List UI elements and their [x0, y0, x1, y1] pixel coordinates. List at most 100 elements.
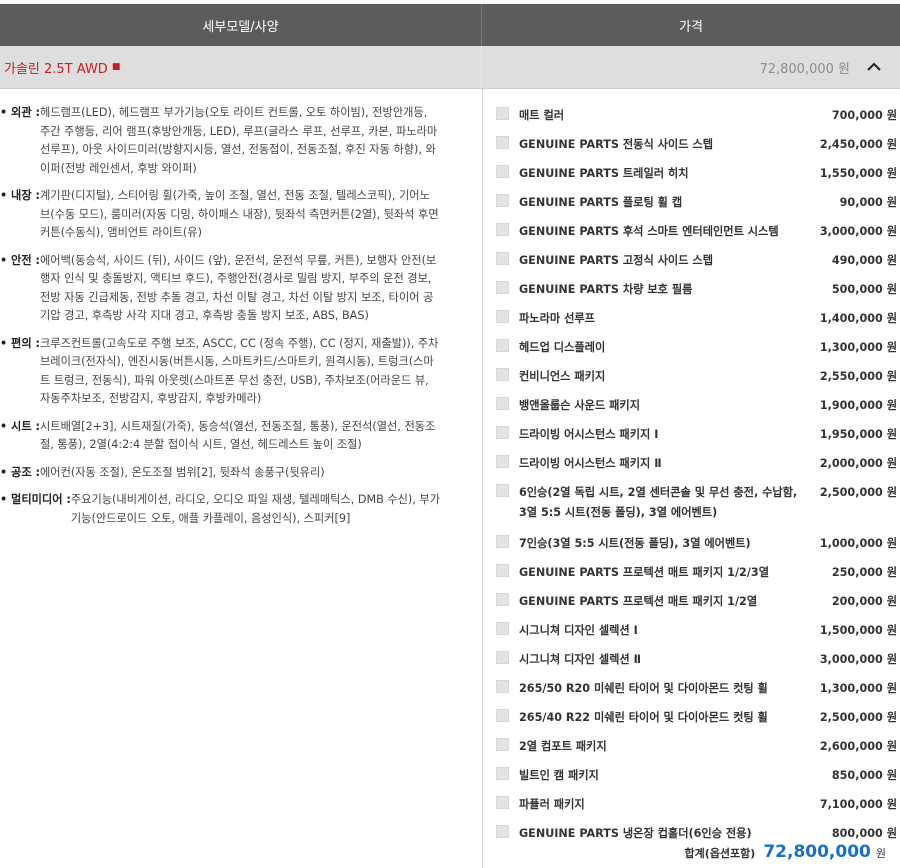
option-item[interactable]: 2열 컴포트 패키지 2,600,000 원: [496, 730, 900, 759]
option-checkbox[interactable]: [496, 368, 509, 381]
option-name: 드라이빙 어시스턴스 패키지 Ⅱ: [519, 457, 662, 470]
option-checkbox[interactable]: [496, 310, 509, 323]
option-item[interactable]: 드라이빙 어시스턴스 패키지 Ⅰ 1,950,000 원: [496, 418, 900, 447]
option-checkbox[interactable]: [496, 564, 509, 577]
option-price: 2,450,000 원: [819, 138, 897, 151]
option-price: 7,100,000 원: [819, 798, 897, 811]
option-name: 시그니쳐 디자인 셀렉션 Ⅰ: [519, 624, 638, 637]
total-value: 72,800,000: [763, 842, 871, 862]
model-price-cell: 72,800,000 원: [482, 46, 900, 88]
option-checkbox[interactable]: [496, 709, 509, 722]
option-item[interactable]: 드라이빙 어시스턴스 패키지 Ⅱ 2,000,000 원: [496, 447, 900, 476]
option-checkbox[interactable]: [496, 593, 509, 606]
option-name: GENUINE PARTS 차량 보호 필름: [519, 283, 693, 296]
option-item[interactable]: GENUINE PARTS 후석 스마트 엔터테인먼트 시스템 3,000,000…: [496, 215, 900, 244]
total-unit: 원: [875, 847, 886, 860]
option-price: 490,000 원: [831, 254, 897, 267]
option-price: 2,600,000 원: [819, 740, 897, 753]
option-checkbox[interactable]: [496, 397, 509, 410]
option-item[interactable]: 컨비니언스 패키지 2,550,000 원: [496, 360, 900, 389]
spec-text: 시트배열[2+3], 시트재질(가죽), 동승석(열선, 전동조절, 통풍), …: [40, 419, 436, 452]
option-price: 1,900,000 원: [819, 399, 897, 412]
spec-list: • 외관 : 헤드램프(LED), 헤드램프 부가기능(오토 라이트 컨트롤, …: [0, 104, 440, 537]
chevron-up-icon[interactable]: [856, 52, 892, 82]
model-price: 72,800,000 원: [759, 61, 850, 77]
option-checkbox[interactable]: [496, 136, 509, 149]
option-checkbox[interactable]: [496, 194, 509, 207]
option-checkbox[interactable]: [496, 281, 509, 294]
option-checkbox[interactable]: [496, 738, 509, 751]
option-name: GENUINE PARTS 전동식 사이드 스텝: [519, 138, 713, 151]
option-item[interactable]: 시그니쳐 디자인 셀렉션 Ⅱ 3,000,000 원: [496, 643, 900, 672]
column-divider: [482, 89, 483, 868]
option-checkbox[interactable]: [496, 767, 509, 780]
option-item[interactable]: GENUINE PARTS 플로팅 휠 캡 90,000 원: [496, 186, 900, 215]
option-checkbox[interactable]: [496, 680, 509, 693]
option-price: 250,000 원: [831, 566, 897, 579]
spec-title: • 안전 :: [0, 253, 40, 267]
option-name: GENUINE PARTS 냉온장 컵홀더(6인승 전용): [519, 827, 752, 840]
option-checkbox[interactable]: [496, 535, 509, 548]
option-item[interactable]: GENUINE PARTS 프로텍션 매트 패키지 1/2열 200,000 원: [496, 585, 900, 614]
option-name: 265/40 R22 미쉐린 타이어 및 다이아몬드 컷팅 휠: [519, 711, 768, 724]
option-checkbox[interactable]: [496, 455, 509, 468]
option-price: 500,000 원: [831, 283, 897, 296]
option-item[interactable]: 265/40 R22 미쉐린 타이어 및 다이아몬드 컷팅 휠 2,500,000…: [496, 701, 900, 730]
option-checkbox[interactable]: [496, 223, 509, 236]
spec-item: • 멀티미디어 : 주요기능(내비게이션, 라디오, 오디오 파일 재생, 텔레…: [0, 491, 440, 528]
option-item[interactable]: 시그니쳐 디자인 셀렉션 Ⅰ 1,500,000 원: [496, 614, 900, 643]
option-item[interactable]: 6인승(2열 독립 시트, 2열 센터콘솔 및 무선 충전, 수납함, 3열 5…: [496, 476, 900, 527]
option-item[interactable]: GENUINE PARTS 차량 보호 필름 500,000 원: [496, 273, 900, 302]
option-list: 매트 컬러 700,000 원 GENUINE PARTS 전동식 사이드 스텝 2,…: [496, 99, 900, 846]
option-checkbox[interactable]: [496, 107, 509, 120]
option-name: GENUINE PARTS 고정식 사이드 스텝: [519, 254, 713, 267]
option-price: 2,500,000 원: [819, 486, 897, 499]
table-header: 세부모델/사양 가격: [0, 4, 900, 46]
option-checkbox[interactable]: [496, 426, 509, 439]
option-checkbox[interactable]: [496, 165, 509, 178]
option-name: 파노라마 선루프: [519, 312, 595, 325]
spec-text: 크루즈컨트롤(고속도로 주행 보조, ASCC, CC (정속 주행), CC …: [40, 336, 439, 406]
model-row[interactable]: 가솔린 2.5T AWD ■ 72,800,000 원: [0, 46, 900, 89]
option-item[interactable]: 매트 컬러 700,000 원: [496, 99, 900, 128]
option-price: 2,500,000 원: [819, 711, 897, 724]
spec-item: • 외관 : 헤드램프(LED), 헤드램프 부가기능(오토 라이트 컨트롤, …: [0, 104, 440, 178]
option-name: 시그니쳐 디자인 셀렉션 Ⅱ: [519, 653, 641, 666]
option-item[interactable]: 뱅앤올룹슨 사운드 패키지 1,900,000 원: [496, 389, 900, 418]
option-price: 1,500,000 원: [819, 624, 897, 637]
option-item[interactable]: 헤드업 디스플레이 1,300,000 원: [496, 331, 900, 360]
option-price: 700,000 원: [831, 109, 897, 122]
option-item[interactable]: 265/50 R20 미쉐린 타이어 및 다이아몬드 컷팅 휠 1,300,000…: [496, 672, 900, 701]
header-price: 가격: [679, 19, 703, 35]
option-checkbox[interactable]: [496, 622, 509, 635]
option-item[interactable]: GENUINE PARTS 전동식 사이드 스텝 2,450,000 원: [496, 128, 900, 157]
option-name: 컨비니언스 패키지: [519, 370, 606, 383]
option-price: 1,300,000 원: [819, 682, 897, 695]
option-item[interactable]: GENUINE PARTS 프로텍션 매트 패키지 1/2/3열 250,000 …: [496, 556, 900, 585]
option-item[interactable]: GENUINE PARTS 고정식 사이드 스텝 490,000 원: [496, 244, 900, 273]
option-name: GENUINE PARTS 후석 스마트 엔터테인먼트 시스템: [519, 225, 779, 238]
spec-text: 주요기능(내비게이션, 라디오, 오디오 파일 재생, 텔레매틱스, DMB 수…: [70, 493, 440, 525]
option-price: 1,950,000 원: [819, 428, 897, 441]
option-checkbox[interactable]: [496, 651, 509, 664]
option-price: 90,000 원: [839, 196, 897, 209]
option-price: 1,550,000 원: [819, 167, 897, 180]
option-checkbox[interactable]: [496, 252, 509, 265]
option-name: GENUINE PARTS 프로텍션 매트 패키지 1/2열: [519, 595, 758, 608]
spec-title: • 공조 :: [0, 465, 40, 479]
option-checkbox[interactable]: [496, 339, 509, 352]
option-item[interactable]: 파노라마 선루프 1,400,000 원: [496, 302, 900, 331]
option-item[interactable]: 빌트인 캠 패키지 850,000 원: [496, 759, 900, 788]
option-item[interactable]: 7인승(3열 5:5 시트(전동 폴딩), 3열 에어벤트) 1,000,000 …: [496, 527, 900, 556]
option-price: 3,000,000 원: [819, 225, 897, 238]
spec-item: • 안전 : 에어백(동승석, 사이드 (뒤), 사이드 (앞), 운전석, 운…: [0, 252, 440, 326]
option-name: GENUINE PARTS 프로텍션 매트 패키지 1/2/3열: [519, 566, 769, 579]
spec-text: 에어컨(자동 조절), 온도조절 범위[2], 뒷좌석 송풍구(뒷유리): [40, 465, 325, 479]
option-item[interactable]: GENUINE PARTS 트레일러 히치 1,550,000 원: [496, 157, 900, 186]
option-checkbox[interactable]: [496, 796, 509, 809]
option-checkbox[interactable]: [496, 825, 509, 838]
option-item[interactable]: 파퓰러 패키지 7,100,000 원: [496, 788, 900, 817]
spec-title: • 외관 :: [0, 106, 40, 119]
option-checkbox[interactable]: [496, 484, 509, 497]
option-price: 1,300,000 원: [819, 341, 897, 354]
